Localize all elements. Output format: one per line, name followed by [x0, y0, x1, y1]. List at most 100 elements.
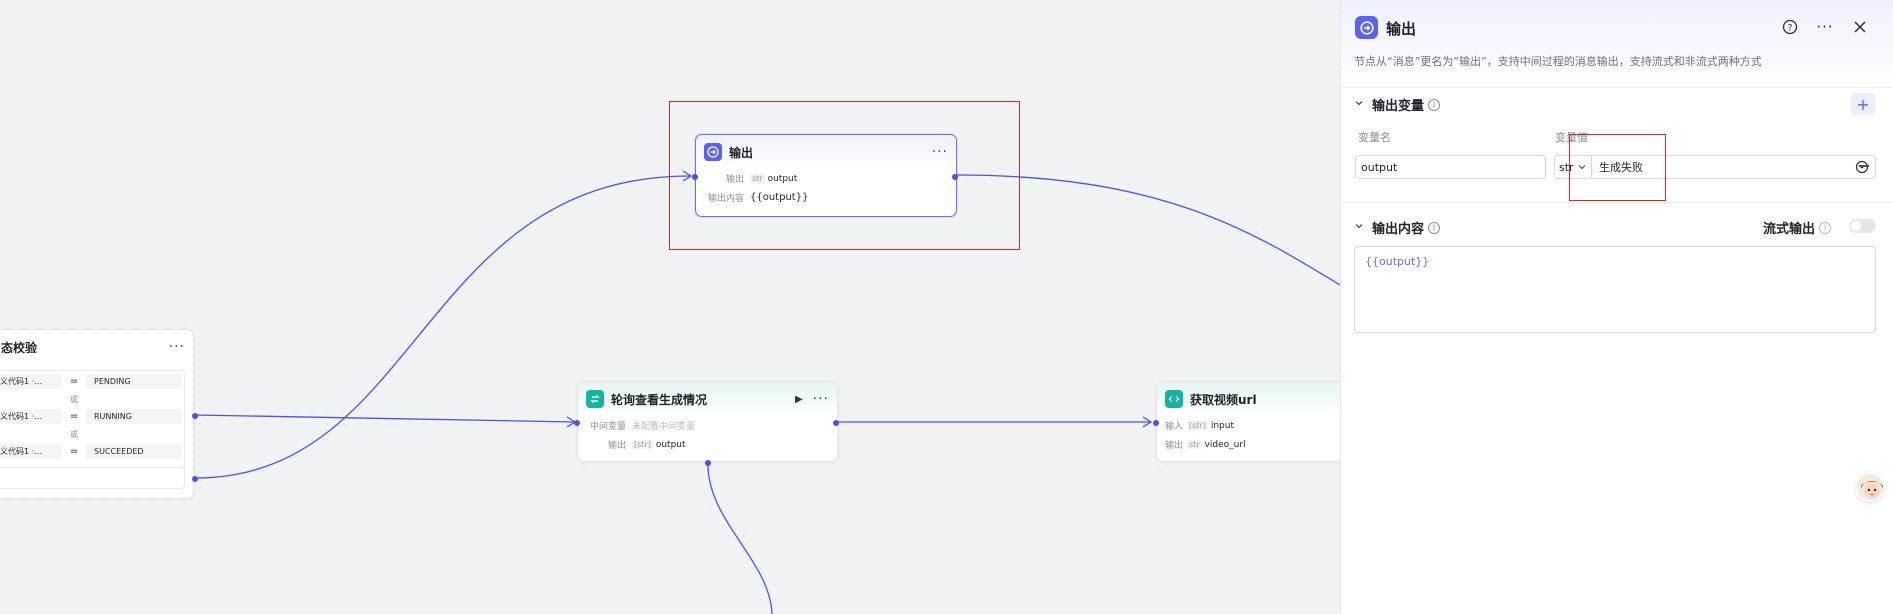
svg-text:?: ?: [1788, 24, 1793, 34]
output-vars-section-title[interactable]: 输出变量 i: [1354, 95, 1441, 114]
chevron-down-icon[interactable]: [1354, 221, 1364, 234]
var-name-header: 变量名: [1358, 131, 1391, 144]
edge-loop-down: [707, 461, 773, 614]
info-icon[interactable]: i: [1819, 221, 1832, 234]
loop-node[interactable]: 轮询查看生成情况 ▶ ··· 中间变量 未配置中间变量 输出 [str] out…: [574, 381, 839, 466]
row-value: output: [655, 439, 686, 450]
loop-body-port[interactable]: [705, 460, 711, 466]
variable-picker-icon[interactable]: [1855, 160, 1869, 174]
row-value: output: [767, 173, 798, 184]
var-value-header: 变量值: [1555, 131, 1588, 144]
var-value-text: 生成失败: [1599, 161, 1643, 174]
edge-output-to-panel: [956, 174, 1340, 286]
type-select[interactable]: str: [1555, 156, 1592, 178]
condition-variable: 义代码1 ·…: [0, 374, 62, 389]
assistant-avatar[interactable]: [1855, 472, 1885, 502]
row-label: 输出: [1165, 441, 1184, 451]
edges-layer: [194, 170, 1340, 614]
condition-node-title: 态校验: [1, 340, 38, 355]
chevron-down-icon[interactable]: [1354, 98, 1364, 111]
code-node-header: 获取视频url: [1157, 382, 1340, 416]
row-label: 中间变量: [589, 422, 626, 432]
code-node[interactable]: 获取视频url 输入 [str] input 输出 str video_url: [1153, 381, 1340, 462]
type-tag: [str]: [1187, 421, 1208, 430]
edge-arrow-code: [1142, 416, 1153, 428]
output-content-section-title[interactable]: 输出内容 i: [1354, 218, 1441, 237]
condition-row[interactable]: 义代码1 ·… = PENDING: [0, 373, 184, 390]
row-value: input: [1210, 420, 1234, 431]
output-port[interactable]: [192, 413, 198, 419]
more-icon[interactable]: ···: [813, 392, 829, 406]
section-label: 输出变量: [1372, 99, 1425, 114]
stream-output-label: 流式输出: [1763, 222, 1816, 237]
row-label: 输出: [725, 175, 744, 185]
condition-row[interactable]: 义代码1 ·… = SUCCEEDED: [0, 443, 184, 460]
input-port[interactable]: [692, 174, 698, 180]
more-icon[interactable]: ···: [169, 340, 185, 354]
output-icon: [704, 143, 722, 161]
info-icon[interactable]: i: [1428, 98, 1441, 111]
output-content-text: {{output}}: [1365, 255, 1430, 268]
output-content-editor[interactable]: {{output}}: [1354, 246, 1876, 333]
more-icon[interactable]: ···: [1815, 17, 1835, 37]
output-node-var-row: 输出 str output: [696, 169, 956, 188]
help-icon[interactable]: ?: [1780, 17, 1800, 37]
panel-header: 输出 ? ··· 节点从“消息”更名为“输出”，支持中间过程的消息输出，支持流式…: [1341, 0, 1893, 88]
type-value: str: [1559, 160, 1574, 174]
run-icon[interactable]: ▶: [795, 394, 803, 405]
condition-node[interactable]: 态校验 ··· 义代码1 ·… = PENDING 或 义代码1 ·… = RU…: [0, 329, 198, 499]
output-port[interactable]: [952, 174, 958, 180]
code-node-input-row: 输入 [str] input: [1157, 416, 1340, 435]
loop-icon: [586, 390, 604, 408]
close-icon[interactable]: [1850, 17, 1870, 37]
output-port[interactable]: [833, 420, 839, 426]
condition-value: PENDING: [86, 374, 182, 389]
row-value: {{output}}: [750, 192, 809, 203]
node-config-panel: 输出 ? ··· 节点从“消息”更名为“输出”，支持中间过程的消息输出，支持流式…: [1340, 0, 1893, 614]
var-name-input[interactable]: output: [1355, 155, 1546, 179]
section-label: 输出内容: [1372, 222, 1425, 237]
info-icon[interactable]: i: [1428, 221, 1441, 234]
add-variable-button[interactable]: +: [1851, 93, 1875, 115]
condition-operator: =: [69, 376, 79, 387]
row-value: video_url: [1204, 439, 1246, 450]
type-tag: [str]: [632, 440, 653, 449]
loop-node-header: 轮询查看生成情况 ▶ ···: [578, 382, 837, 416]
loop-node-output-row: 输出 [str] output: [578, 435, 837, 454]
var-name-value: output: [1361, 160, 1398, 174]
or-label: 或: [70, 430, 78, 439]
output-node-title: 输出: [729, 145, 754, 160]
input-port[interactable]: [1153, 420, 1159, 426]
condition-group: 义代码1 ·… = PENDING 或 义代码1 ·… = RUNNING 或 …: [0, 370, 185, 475]
output-node-header: 输出 ···: [696, 135, 956, 169]
stream-output-toggle[interactable]: [1849, 219, 1876, 233]
chevron-down-icon: [1578, 165, 1586, 170]
condition-value: RUNNING: [86, 409, 182, 424]
else-port[interactable]: [192, 476, 198, 482]
workflow-canvas[interactable]: 态校验 ··· 义代码1 ·… = PENDING 或 义代码1 ·… = RU…: [0, 0, 1340, 614]
stream-output-control: 流式输出 i: [1763, 218, 1832, 237]
condition-operator: =: [69, 446, 79, 457]
row-label: 输出: [607, 441, 626, 451]
more-icon[interactable]: ···: [932, 145, 948, 159]
panel-title[interactable]: 输出: [1386, 18, 1416, 39]
loop-node-var-row: 中间变量 未配置中间变量: [578, 416, 837, 435]
or-label: 或: [70, 395, 78, 404]
condition-variable: 义代码1 ·…: [0, 409, 62, 424]
panel-description: 节点从“消息”更名为“输出”，支持中间过程的消息输出，支持流式和非流式两种方式: [1354, 55, 1762, 68]
output-icon: [1355, 16, 1378, 39]
row-value: 未配置中间变量: [632, 422, 696, 432]
condition-row[interactable]: 义代码1 ·… = RUNNING: [0, 408, 184, 425]
type-tag: str: [750, 174, 765, 183]
code-node-output-row: 输出 str video_url: [1157, 435, 1340, 454]
row-label: 输出内容: [707, 194, 744, 204]
remove-variable-icon[interactable]: [1859, 165, 1869, 167]
condition-node-header: 态校验 ···: [0, 330, 193, 364]
section-divider: [1341, 202, 1893, 203]
edge-condition-to-loop: [194, 414, 576, 423]
var-value-field[interactable]: str 生成失败: [1554, 155, 1876, 179]
else-branch[interactable]: [0, 467, 185, 489]
type-tag: str: [1187, 440, 1202, 449]
output-node[interactable]: 输出 ··· 输出 str output 输出内容 {{output}}: [692, 134, 958, 217]
input-port[interactable]: [574, 420, 580, 426]
